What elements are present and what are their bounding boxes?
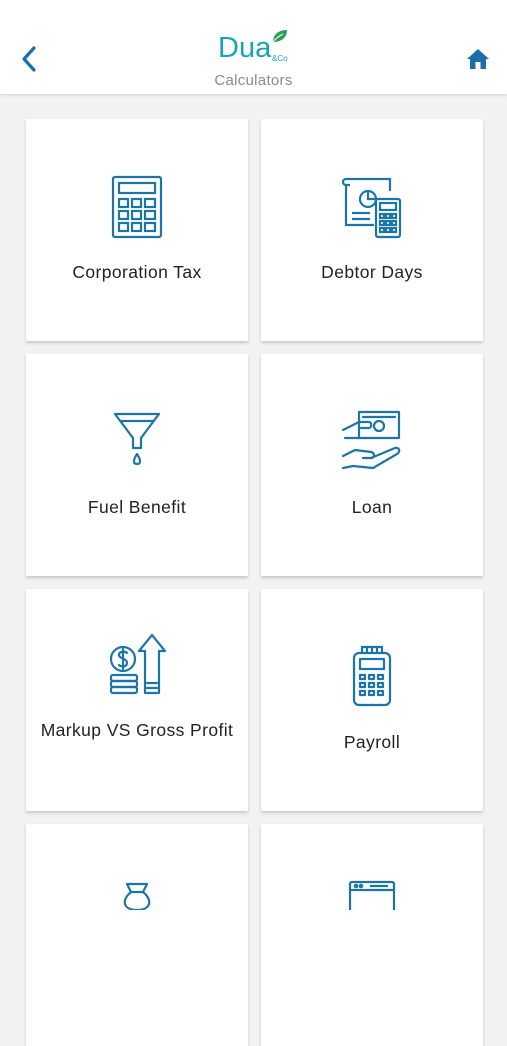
calculator-grid: Corporation Tax Debtor Days Fuel Benefit… [0,0,507,1046]
payment-terminal-icon [352,645,392,707]
leaf-icon [272,30,287,43]
invoice-calculator-icon [341,177,402,239]
calculator-label: Fuel Benefit [87,497,187,517]
app-header: Dua &Co Calculators [0,0,507,94]
calculator-label: Payroll [343,732,401,752]
logo-suffix: &Co [272,54,288,63]
funnel-icon [113,412,161,466]
calculator-card-corporation-tax[interactable]: Corporation Tax [26,119,248,341]
calculator-card-loan[interactable]: Loan [261,354,483,576]
calculator-label: Corporation Tax [72,262,202,282]
page-title: Calculators [214,72,293,89]
brand-logo: Dua &Co [218,28,292,68]
money-bag-icon [123,882,151,910]
calculator-card-payroll[interactable]: Payroll [261,589,483,811]
calculator-label: Debtor Days [321,262,423,282]
calculator-card-debtor-days[interactable]: Debtor Days [261,119,483,341]
browser-window-icon [348,880,396,910]
calculator-card-8[interactable] [261,824,483,1046]
home-button[interactable] [463,44,493,74]
calculator-icon [111,175,163,239]
hand-cash-icon [341,410,401,470]
chevron-left-icon [22,46,36,72]
calculator-card-markup-vs-gross-profit[interactable]: Markup VS Gross Profit [26,589,248,811]
logo-text: Dua [218,32,272,64]
coins-growth-icon [109,633,167,695]
calculator-card-fuel-benefit[interactable]: Fuel Benefit [26,354,248,576]
back-button[interactable] [14,42,44,76]
calculator-label: Markup VS Gross Profit [40,720,234,740]
calculator-card-7[interactable] [26,824,248,1046]
calculator-label: Loan [351,497,393,517]
home-icon [467,49,489,69]
